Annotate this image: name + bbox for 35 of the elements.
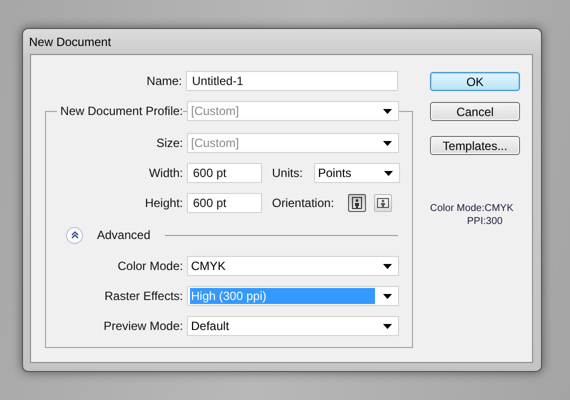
- field-label: Units:: [272, 166, 304, 180]
- dialog-button[interactable]: Cancel: [430, 102, 520, 121]
- caret-icon: [383, 140, 392, 146]
- dropdown[interactable]: CMYK: [187, 256, 399, 276]
- portrait-icon: [352, 197, 362, 209]
- landscape-icon: [377, 198, 389, 208]
- orientation-button[interactable]: [348, 194, 366, 212]
- dropdown[interactable]: Points: [314, 163, 400, 183]
- caret-icon: [384, 170, 393, 176]
- dialog-button[interactable]: Templates...: [430, 136, 520, 155]
- field-label: Preview Mode:: [102, 319, 183, 333]
- field-label: New Document Profile:: [57, 104, 183, 118]
- window-title: New Document: [28, 34, 112, 50]
- caret-icon: [383, 108, 392, 114]
- field-label: Color Mode:: [116, 259, 183, 273]
- field-label: Name:: [146, 74, 182, 88]
- height-field[interactable]: 600 pt: [187, 193, 262, 213]
- collapse-button[interactable]: [66, 226, 83, 244]
- width-field[interactable]: 600 pt: [187, 163, 262, 183]
- caret-icon: [383, 264, 392, 268]
- field-label: Size:: [155, 136, 183, 150]
- chevron-icon: [70, 231, 78, 239]
- dropdown[interactable]: Default: [187, 316, 399, 336]
- caret-icon: [383, 294, 392, 298]
- caret-icon: [383, 324, 392, 328]
- field-label: Height:: [144, 196, 183, 210]
- field-label: Raster Effects:: [104, 289, 183, 303]
- dialog-button[interactable]: OK: [430, 72, 520, 91]
- orientation-button[interactable]: [374, 194, 392, 212]
- field-label: Width:: [148, 166, 183, 180]
- section-label: Advanced: [97, 228, 150, 242]
- summary-text: PPI:300: [466, 215, 504, 228]
- summary-text: Color Mode:CMYK: [430, 202, 514, 215]
- field-label: Orientation:: [272, 196, 336, 210]
- name-field[interactable]: Untitled-1: [186, 71, 398, 91]
